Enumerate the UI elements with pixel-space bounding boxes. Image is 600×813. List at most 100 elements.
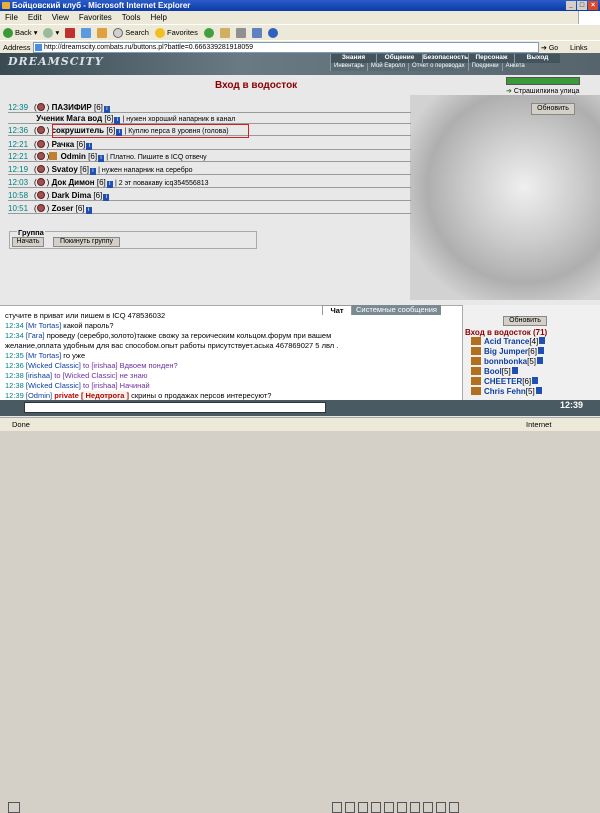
player-nick[interactable]: Док Димон [52, 178, 95, 187]
search-button[interactable]: Search [110, 27, 152, 38]
refresh-room-button[interactable]: Обновить [531, 103, 575, 115]
chat-author[interactable]: [Wicked Classic] [26, 381, 81, 390]
player-nick[interactable]: Zoser [52, 204, 74, 213]
menu-tools[interactable]: Tools [117, 11, 146, 24]
clear-icon[interactable] [345, 802, 355, 813]
info-icon[interactable]: i [114, 117, 121, 124]
private-circle-icon[interactable] [36, 126, 45, 134]
menu-edit[interactable]: Edit [23, 11, 47, 24]
messenger-button[interactable] [265, 27, 281, 38]
menu-view[interactable]: View [47, 11, 74, 24]
chat-author[interactable]: [Mr Tortas] [26, 321, 61, 330]
nav-transfers[interactable]: Отчет о переводах [408, 63, 468, 71]
smile-icon[interactable] [358, 802, 368, 813]
player-nick[interactable]: Odmin [61, 152, 86, 161]
street-link[interactable]: ➔ Страшилкина улица [506, 87, 579, 95]
player-nick[interactable]: Svatoy [52, 165, 78, 174]
chat-author[interactable]: [Mr Tortas] [26, 351, 61, 360]
room-player-nick[interactable]: Big Jumper [484, 347, 528, 356]
private-circle-icon[interactable] [36, 191, 45, 199]
history-button[interactable] [201, 27, 217, 38]
nav-security[interactable]: Безопасность [422, 54, 468, 63]
chat-time[interactable]: 12:39 [5, 391, 24, 400]
nav-communication[interactable]: Общение [376, 54, 422, 63]
start-group-button[interactable]: Начать [12, 237, 44, 247]
forward-button[interactable]: ▾ [40, 27, 62, 38]
room-player-item[interactable]: Acid Trance[4] [471, 337, 546, 347]
chat-author[interactable]: [Гага] [26, 331, 45, 340]
nav-fights[interactable]: Поединки [467, 63, 502, 71]
chat-author[interactable]: [irishaa] [26, 371, 52, 380]
chat-time[interactable]: 12:35 [5, 351, 24, 360]
nav-character[interactable]: Персонаж [468, 54, 514, 63]
menu-help[interactable]: Help [145, 11, 171, 24]
room-player-item[interactable]: Bool[5] [471, 367, 518, 377]
info-icon[interactable]: i [106, 181, 113, 188]
nav-euroll[interactable]: Мой Евролл [366, 63, 409, 71]
private-circle-icon[interactable] [36, 103, 45, 111]
translit-icon[interactable] [397, 802, 407, 813]
menu-favorites[interactable]: Favorites [74, 11, 117, 24]
room-player-nick[interactable]: Chris Fehn [484, 387, 526, 396]
info-icon[interactable] [532, 377, 539, 384]
info-icon[interactable] [511, 367, 518, 374]
info-icon[interactable] [537, 357, 544, 364]
room-player-item[interactable]: Chris Fehn[5] [471, 387, 542, 397]
room-player-item[interactable]: Big Jumper[6] [471, 347, 544, 357]
address-input[interactable]: http://dreamscity.combats.ru/buttons.pl?… [33, 42, 539, 53]
sound-icon[interactable] [410, 802, 420, 813]
nav-profile[interactable]: Анкета [501, 63, 528, 71]
refresh-button[interactable] [78, 27, 94, 38]
nav-exit[interactable]: Выход [514, 54, 560, 63]
info-icon[interactable]: i [103, 106, 110, 113]
close-button[interactable]: × [588, 1, 598, 10]
chat-author[interactable]: [Odmin] [26, 391, 52, 400]
chat-author[interactable]: [Wicked Classic] [26, 361, 81, 370]
private-recipient[interactable]: [ Недотрога ] [80, 391, 129, 400]
player-nick[interactable]: Dark Dima [52, 191, 92, 200]
tab-system-messages[interactable]: Системные сообщения [352, 305, 441, 315]
settings-icon[interactable] [423, 802, 433, 813]
room-player-nick[interactable]: Bool [484, 367, 502, 376]
info-icon[interactable]: i [98, 155, 105, 162]
favorites-button[interactable]: Favorites [152, 27, 201, 38]
chat-mode-button[interactable] [8, 802, 20, 813]
info-icon[interactable] [535, 387, 542, 394]
player-nick[interactable]: Рачка [52, 140, 75, 149]
chat-time[interactable]: 12:36 [5, 361, 24, 370]
room-player-item[interactable]: CHEETER[6] [471, 377, 539, 387]
mail-button[interactable] [217, 27, 233, 38]
info-icon[interactable] [537, 347, 544, 354]
room-player-nick[interactable]: bonnbonka [484, 357, 527, 366]
info-icon[interactable]: i [86, 143, 93, 150]
private-circle-icon[interactable] [36, 165, 45, 173]
minimize-button[interactable]: _ [566, 1, 576, 10]
chat-time[interactable]: 12:34 [5, 321, 24, 330]
home-button[interactable] [94, 27, 110, 38]
edit-button[interactable] [249, 27, 265, 38]
tab-chat[interactable]: Чат [322, 305, 352, 315]
user-icon[interactable] [436, 802, 446, 813]
player-nick[interactable]: Ученик Мага вод [36, 114, 102, 123]
info-icon[interactable]: i [89, 168, 96, 175]
private-circle-icon[interactable] [36, 152, 45, 160]
back-button[interactable]: Back ▾ [0, 27, 40, 38]
print-button[interactable] [233, 27, 249, 38]
private-circle-icon[interactable] [36, 178, 45, 186]
chat-time[interactable]: 12:38 [5, 371, 24, 380]
leave-group-button[interactable]: Покинуть группу [53, 237, 120, 247]
nav-inventory[interactable]: Инвентарь [330, 63, 367, 71]
room-player-item[interactable]: bonnbonka[5] [471, 357, 544, 367]
info-icon[interactable]: i [103, 194, 110, 201]
info-icon[interactable]: i [85, 207, 92, 214]
private-circle-icon[interactable] [36, 140, 45, 148]
room-player-nick[interactable]: CHEETER [484, 377, 522, 386]
stop-button[interactable] [62, 27, 78, 38]
refresh-list-button[interactable]: Обновить [503, 316, 547, 326]
scroll-icon[interactable] [384, 802, 394, 813]
chat-time[interactable]: 12:38 [5, 381, 24, 390]
menu-file[interactable]: File [0, 11, 23, 24]
info-icon[interactable] [539, 337, 546, 344]
player-nick[interactable]: ПАЗИФИР [52, 103, 92, 112]
chat-input[interactable] [24, 402, 326, 413]
